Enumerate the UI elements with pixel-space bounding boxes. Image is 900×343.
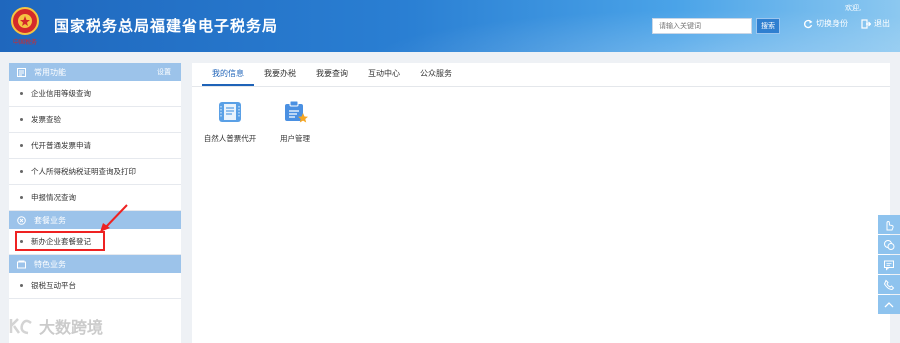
sidebar-item-label: 个人所得税纳税证明查询及打印 — [31, 167, 136, 176]
logout-icon — [861, 18, 871, 29]
welcome-text: 欢迎, — [845, 4, 862, 12]
search-input[interactable] — [652, 18, 752, 34]
main-panel: 我的信息 我要办税 我要查询 互动中心 公众服务 自然人普票代开 用户管理 — [192, 63, 890, 343]
sidebar-group-title: 特色业务 — [34, 259, 66, 269]
annotation-arrow-icon — [100, 204, 128, 232]
phone-icon — [883, 279, 895, 290]
bullet-icon — [20, 284, 23, 287]
switch-icon — [804, 19, 813, 28]
sidebar-item-tax-certificate[interactable]: 个人所得税纳税证明查询及打印 — [9, 159, 181, 185]
sidebar-group-common[interactable]: 常用功能 设置 — [9, 63, 181, 81]
switch-identity-label: 切换身份 — [816, 19, 848, 28]
float-btn-top[interactable] — [878, 295, 900, 314]
special-icon — [17, 260, 26, 268]
list-icon — [17, 67, 26, 77]
bullet-icon — [20, 170, 23, 173]
tab-query[interactable]: 我要查询 — [306, 68, 358, 86]
annotation-highlight-box — [15, 231, 105, 251]
sidebar-group-title: 常用功能 — [34, 67, 66, 77]
tax-emblem-logo[interactable]: 中国税务 — [8, 5, 42, 47]
sidebar-item-credit-rating[interactable]: 企业信用等级查询 — [9, 81, 181, 107]
logout-label: 退出 — [874, 19, 890, 28]
sidebar-item-invoice-check[interactable]: 发票查验 — [9, 107, 181, 133]
sidebar-group-title: 套餐业务 — [34, 215, 66, 225]
tab-tax-handling[interactable]: 我要办税 — [254, 68, 306, 86]
message-icon — [884, 260, 894, 271]
logo-text: 中国税务 — [13, 38, 37, 46]
sidebar-item-label: 银税互动平台 — [31, 281, 76, 290]
settings-link[interactable]: 设置 — [157, 67, 171, 77]
watermark-logo-icon — [9, 318, 32, 335]
site-title: 国家税务总局福建省电子税务局 — [54, 17, 279, 35]
sidebar: 常用功能 设置 企业信用等级查询 发票查验 代开普通发票申请 个人所得税纳税证明… — [9, 63, 181, 343]
watermark-text: 大数跨境 — [39, 318, 104, 337]
sidebar-item-label: 申报情况查询 — [31, 193, 76, 202]
float-btn-phone[interactable] — [878, 275, 900, 294]
search-button[interactable]: 搜索 — [756, 18, 780, 34]
tab-interaction[interactable]: 互动中心 — [358, 68, 410, 86]
bullet-icon — [20, 196, 23, 199]
package-icon — [17, 215, 26, 225]
tab-public-service[interactable]: 公众服务 — [410, 68, 462, 86]
back-to-top-icon — [884, 301, 894, 307]
tab-my-info[interactable]: 我的信息 — [202, 68, 254, 86]
sidebar-item-label: 发票查验 — [31, 115, 61, 124]
sidebar-group-package[interactable]: 套餐业务 — [9, 211, 181, 229]
tile-natural-person-invoice[interactable]: 自然人普票代开 — [200, 99, 260, 144]
sidebar-item-bank-tax[interactable]: 银税互动平台 — [9, 273, 181, 299]
tile-label: 自然人普票代开 — [203, 134, 257, 143]
tile-user-management[interactable]: 用户管理 — [265, 99, 325, 144]
float-btn-message[interactable] — [878, 255, 900, 274]
chat-bubbles-icon — [884, 239, 895, 250]
sidebar-item-invoice-request[interactable]: 代开普通发票申请 — [9, 133, 181, 159]
sidebar-item-filing-query[interactable]: 申报情况查询 — [9, 185, 181, 211]
floating-toolbar — [878, 215, 900, 315]
bullet-icon — [20, 92, 23, 95]
tab-bar: 我的信息 我要办税 我要查询 互动中心 公众服务 — [192, 63, 890, 87]
invoice-card-icon — [219, 102, 241, 122]
sidebar-item-label: 企业信用等级查询 — [31, 89, 91, 98]
float-btn-guide[interactable] — [878, 215, 900, 234]
bullet-icon — [20, 118, 23, 121]
user-management-icon — [285, 100, 308, 123]
float-btn-chat[interactable] — [878, 235, 900, 254]
tile-label: 用户管理 — [280, 134, 310, 143]
hand-pointer-icon — [886, 220, 894, 230]
logout-button[interactable]: 退出 — [861, 18, 890, 29]
sidebar-item-label: 代开普通发票申请 — [31, 141, 91, 150]
top-header: 中国税务 国家税务总局福建省电子税务局 欢迎, 搜索 切换身份 退出 — [0, 0, 900, 52]
watermark: 大数跨境 — [8, 314, 103, 338]
bullet-icon — [20, 144, 23, 147]
sidebar-group-special[interactable]: 特色业务 — [9, 255, 181, 273]
switch-identity-button[interactable]: 切换身份 — [803, 18, 848, 29]
